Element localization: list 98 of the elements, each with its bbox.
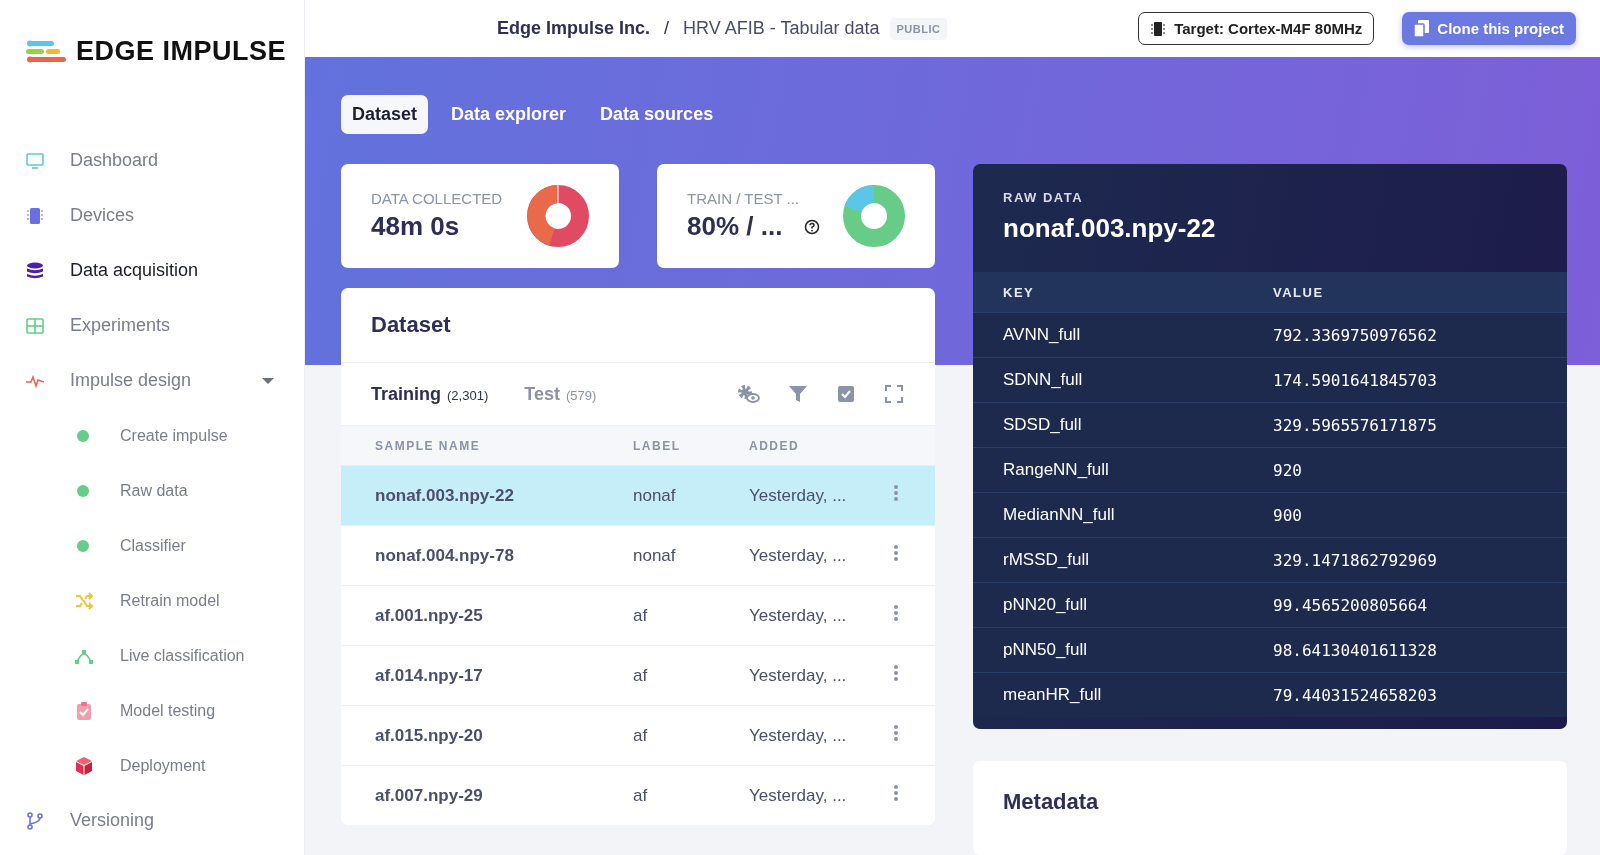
more-icon[interactable] — [893, 604, 899, 622]
key-cell: SDSD_full — [973, 402, 1273, 448]
branch-icon — [25, 810, 45, 831]
chip-icon — [1150, 20, 1167, 37]
copy-icon — [1414, 20, 1430, 37]
column-header: KEY — [973, 272, 1273, 313]
sample-name[interactable]: af.015.npy-20 — [341, 705, 633, 766]
chip-icon — [25, 205, 45, 226]
database-icon — [25, 260, 45, 281]
checkbox-icon[interactable] — [835, 383, 857, 405]
table-cell: af — [633, 585, 749, 646]
tab[interactable]: Data sources — [589, 95, 725, 134]
key-cell: rMSSD_full — [973, 537, 1273, 583]
value-cell: 99.4565200805664 — [1273, 582, 1567, 628]
sidebar-item[interactable]: Versioning — [0, 793, 304, 848]
sidebar-subitem[interactable]: Deployment — [0, 738, 304, 793]
column-header: SAMPLE NAME — [341, 426, 633, 466]
value-cell: 792.3369750976562 — [1273, 312, 1567, 358]
column-header: VALUE — [1273, 272, 1567, 313]
table-cell: af — [633, 705, 749, 766]
tab[interactable]: Dataset — [341, 95, 429, 134]
more-icon[interactable] — [893, 664, 899, 682]
table-cell: Yesterday, ... — [749, 585, 893, 646]
table-cell: af — [633, 645, 749, 706]
more-icon[interactable] — [893, 544, 899, 562]
key-cell: meanHR_full — [973, 672, 1273, 717]
more-icon[interactable] — [893, 724, 899, 742]
card-caption: RAW DATA — [1003, 190, 1085, 205]
sidebar-item[interactable]: Dashboard — [0, 133, 304, 188]
organization-name[interactable]: Edge Impulse Inc. — [497, 18, 651, 39]
sample-name[interactable]: af.001.npy-25 — [341, 585, 633, 646]
fullscreen-icon[interactable] — [883, 383, 905, 405]
project-name: HRV AFIB - Tabular data — [683, 18, 880, 39]
table-cell: nonaf — [633, 525, 749, 586]
stat-title: DATA COLLECTED — [371, 190, 504, 207]
clone-button[interactable]: Clone this project — [1402, 12, 1576, 45]
key-cell: pNN50_full — [973, 627, 1273, 673]
sample-name[interactable]: af.014.npy-17 — [341, 645, 633, 706]
sidebar-item[interactable]: Impulse design — [0, 353, 304, 408]
value-cell: 329.5965576171875 — [1273, 402, 1567, 448]
table-cell: Yesterday, ... — [749, 705, 893, 766]
logo-text: EDGE IMPULSE — [76, 36, 287, 67]
sample-name[interactable]: af.007.npy-29 — [341, 765, 633, 825]
tab[interactable]: Data explorer — [440, 95, 578, 134]
caret-icon[interactable] — [262, 377, 274, 384]
value-cell: 329.1471862792969 — [1273, 537, 1567, 583]
clipboard-icon — [74, 700, 94, 721]
value-cell: 174.5901641845703 — [1273, 357, 1567, 403]
cube-icon — [74, 755, 94, 776]
sample-title: nonaf.003.npy-22 — [1003, 213, 1217, 244]
more-icon[interactable] — [893, 784, 899, 802]
key-cell: MedianNN_full — [973, 492, 1273, 538]
table-cell: Yesterday, ... — [749, 645, 893, 706]
donut-drawing — [527, 185, 589, 247]
column-header: ADDED — [749, 426, 893, 466]
sample-tab[interactable]: Test (579) — [524, 383, 597, 405]
sidebar-subitem[interactable]: Raw data — [0, 463, 304, 518]
card-title: Metadata — [1002, 788, 1100, 816]
table-cell: Yesterday, ... — [749, 765, 893, 825]
public-badge: PUBLIC — [889, 17, 948, 40]
card-title: Dataset — [341, 288, 935, 363]
table-cell: af — [633, 765, 749, 825]
table-cell: Yesterday, ... — [749, 525, 893, 586]
value-cell: 98.64130401611328 — [1273, 627, 1567, 673]
sidebar-subitem[interactable]: Model testing — [0, 683, 304, 738]
help-icon[interactable] — [804, 218, 821, 235]
table-cell: Yesterday, ... — [749, 465, 893, 526]
filter-icon[interactable] — [787, 383, 809, 405]
shuffle-icon — [74, 590, 94, 611]
value-cell: 900 — [1273, 492, 1567, 538]
sidebar-item[interactable]: Experiments — [0, 298, 304, 353]
key-cell: pNN20_full — [973, 582, 1273, 628]
more-icon[interactable] — [893, 484, 899, 502]
sample-name[interactable]: nonaf.003.npy-22 — [341, 465, 633, 526]
value-cell: 920 — [1273, 447, 1567, 493]
sample-name[interactable]: nonaf.004.npy-78 — [341, 525, 633, 586]
key-cell: AVNN_full — [973, 312, 1273, 358]
sidebar-subitem[interactable]: Classifier — [0, 518, 304, 573]
value-cell: 79.44031524658203 — [1273, 672, 1567, 717]
sidebar-item[interactable]: Data acquisition — [0, 243, 304, 298]
key-cell: RangeNN_full — [973, 447, 1273, 493]
monitor-icon — [25, 150, 45, 171]
sidebar-item[interactable]: Devices — [0, 188, 304, 243]
table-cell: nonaf — [633, 465, 749, 526]
sidebar-subitem[interactable]: Retrain model — [0, 573, 304, 628]
breadcrumb-separator: / — [664, 18, 670, 39]
key-cell: SDNN_full — [973, 357, 1273, 403]
sidebar-subitem[interactable]: Create impulse — [0, 408, 304, 463]
stat-value: 48m 0s — [371, 211, 460, 242]
donut-drawing — [843, 185, 905, 247]
gear-eye-icon[interactable] — [735, 383, 761, 405]
stat-title: TRAIN / TEST ... — [687, 190, 800, 207]
target-button[interactable]: Target: Cortex-M4F 80MHz — [1138, 12, 1375, 45]
sample-tab[interactable]: Training (2,301) — [371, 383, 489, 405]
sidebar-subitem[interactable]: Live classification — [0, 628, 304, 683]
column-header: LABEL — [633, 426, 749, 466]
stat-value: 80% / ... — [687, 211, 783, 242]
grid-icon — [25, 315, 45, 336]
